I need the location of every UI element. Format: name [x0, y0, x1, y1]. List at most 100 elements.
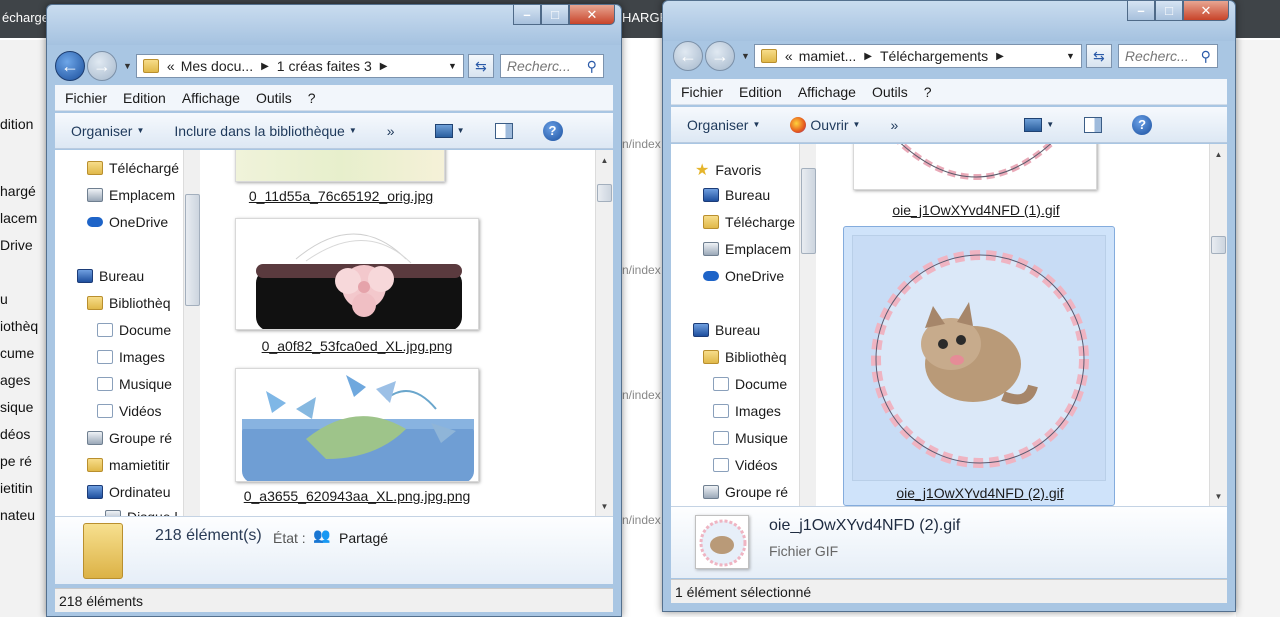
organize-button[interactable]: Organiser ▼	[687, 117, 760, 133]
breadcrumb-separator-icon[interactable]: ▶	[864, 51, 872, 62]
breadcrumb-mes-documents[interactable]: Mes docu...	[181, 58, 253, 74]
change-view-button[interactable]: ▼	[1024, 117, 1054, 132]
scroll-thumb[interactable]	[597, 184, 612, 202]
file-name[interactable]: 0_a0f82_53fca0ed_XL.jpg.png	[225, 338, 489, 354]
file-name[interactable]: oie_j1OwXYvd4NFD (2).gif	[844, 485, 1116, 501]
scroll-thumb[interactable]	[801, 168, 816, 254]
forward-button[interactable]: →	[705, 41, 735, 71]
tree-item[interactable]: Images	[713, 403, 781, 419]
back-button[interactable]: ←	[55, 51, 85, 81]
include-library-button[interactable]: Inclure dans la bibliothèque ▼	[174, 123, 356, 139]
scroll-thumb[interactable]	[185, 194, 200, 306]
address-bar[interactable]: « Mes docu... ▶ 1 créas faites 3 ▶ ▼	[135, 54, 464, 78]
tree-item[interactable]: OneDrive	[87, 214, 168, 230]
menu-help[interactable]: ?	[308, 90, 316, 106]
file-name[interactable]: 0_11d55a_76c65192_orig.jpg	[225, 188, 457, 204]
forward-button[interactable]: →	[87, 51, 117, 81]
tree-item[interactable]: Vidéos	[97, 403, 162, 419]
help-button[interactable]: ?	[542, 120, 563, 141]
menu-fichier[interactable]: Fichier	[65, 90, 107, 106]
file-name[interactable]: 0_a3655_620943aa_XL.png.jpg.png	[215, 488, 499, 504]
tree-item[interactable]: Emplacem	[87, 187, 175, 203]
menu-outils[interactable]: Outils	[256, 90, 292, 106]
menu-help[interactable]: ?	[924, 84, 932, 100]
tree-item[interactable]: ★ Favoris	[695, 160, 761, 180]
scroll-up-icon[interactable]: ▲	[596, 152, 613, 168]
scroll-down-icon[interactable]: ▼	[596, 498, 613, 514]
navigation-scrollbar[interactable]	[183, 150, 200, 516]
tree-item[interactable]: Docume	[713, 376, 787, 392]
back-button[interactable]: ←	[673, 41, 703, 71]
tree-item[interactable]: mamietitir	[87, 457, 170, 473]
history-dropdown-icon[interactable]: ▼	[123, 61, 132, 71]
menu-affichage[interactable]: Affichage	[182, 90, 240, 106]
tree-item[interactable]: Docume	[97, 322, 171, 338]
minimize-button[interactable]: –	[1127, 1, 1155, 21]
tree-item[interactable]: Disque l	[105, 509, 178, 516]
breadcrumb-user[interactable]: mamiet...	[799, 48, 857, 64]
breadcrumb-current-folder[interactable]: 1 créas faites 3	[277, 58, 372, 74]
navigation-scrollbar[interactable]	[799, 144, 816, 506]
close-button[interactable]: ✕	[569, 5, 615, 25]
preview-pane-button[interactable]	[494, 122, 513, 139]
preview-pane-button[interactable]	[1084, 116, 1103, 133]
tree-item[interactable]: Bibliothèq	[87, 295, 171, 311]
search-box[interactable]: Recherc... ⚲	[1117, 44, 1218, 68]
tree-item[interactable]: Groupe ré	[87, 430, 172, 446]
address-dropdown-icon[interactable]: ▼	[1066, 51, 1075, 61]
address-dropdown-icon[interactable]: ▼	[448, 61, 457, 71]
address-overflow[interactable]: «	[785, 48, 793, 64]
file-name[interactable]: oie_j1OwXYvd4NFD (1).gif	[839, 202, 1113, 218]
help-button[interactable]: ?	[1132, 114, 1153, 135]
maximize-button[interactable]: □	[541, 5, 569, 25]
file-thumbnail[interactable]	[235, 218, 479, 330]
tree-item[interactable]: Groupe ré	[703, 484, 788, 500]
scroll-up-icon[interactable]: ▲	[1210, 146, 1227, 162]
tree-item[interactable]: Musique	[713, 430, 788, 446]
tree-item[interactable]: Images	[97, 349, 165, 365]
tree-item[interactable]: Emplacem	[703, 241, 791, 257]
close-button[interactable]: ✕	[1183, 1, 1229, 21]
address-bar[interactable]: « mamiet... ▶ Téléchargements ▶ ▼	[753, 44, 1082, 68]
file-thumbnail[interactable]	[235, 368, 479, 482]
selected-file-item[interactable]: oie_j1OwXYvd4NFD (2).gif	[843, 226, 1115, 506]
more-commands-button[interactable]: »	[890, 117, 898, 133]
tree-item[interactable]: Vidéos	[713, 457, 778, 473]
tree-item[interactable]: Musique	[97, 376, 172, 392]
menu-edition[interactable]: Edition	[739, 84, 782, 100]
tree-item[interactable]: Bureau	[77, 268, 144, 284]
minimize-button[interactable]: –	[513, 5, 541, 25]
file-thumbnail[interactable]	[852, 235, 1106, 481]
tree-item[interactable]: Bureau	[703, 187, 770, 203]
file-thumbnail[interactable]	[235, 150, 445, 182]
tree-item[interactable]: OneDrive	[703, 268, 784, 284]
breadcrumb-separator-icon[interactable]: ▶	[996, 51, 1004, 62]
scroll-thumb[interactable]	[1211, 236, 1226, 254]
tree-item[interactable]: Bibliothèq	[703, 349, 787, 365]
organize-button[interactable]: Organiser ▼	[71, 123, 144, 139]
search-box[interactable]: Recherc... ⚲	[499, 54, 604, 78]
scroll-down-icon[interactable]: ▼	[1210, 488, 1227, 504]
menu-edition[interactable]: Edition	[123, 90, 166, 106]
breadcrumb-current-folder[interactable]: Téléchargements	[880, 48, 988, 64]
more-commands-button[interactable]: »	[387, 123, 395, 139]
menu-fichier[interactable]: Fichier	[681, 84, 723, 100]
breadcrumb-separator-icon[interactable]: ▶	[261, 61, 269, 72]
file-list-scrollbar[interactable]: ▲ ▼	[595, 150, 613, 516]
breadcrumb-separator-icon[interactable]: ▶	[380, 61, 388, 72]
address-overflow[interactable]: «	[167, 58, 175, 74]
menu-outils[interactable]: Outils	[872, 84, 908, 100]
maximize-button[interactable]: □	[1155, 1, 1183, 21]
menu-affichage[interactable]: Affichage	[798, 84, 856, 100]
tree-item[interactable]: Téléchargé	[87, 160, 179, 176]
history-dropdown-icon[interactable]: ▼	[741, 51, 750, 61]
refresh-button[interactable]: ⇆	[467, 54, 494, 78]
file-list-scrollbar[interactable]: ▲ ▼	[1209, 144, 1227, 506]
file-thumbnail[interactable]	[853, 144, 1097, 190]
change-view-button[interactable]: ▼	[434, 123, 465, 138]
tree-item[interactable]: Ordinateu	[87, 484, 170, 500]
refresh-button[interactable]: ⇆	[1085, 44, 1112, 68]
tree-item[interactable]: Bureau	[693, 322, 760, 338]
tree-item[interactable]: Télécharge	[703, 214, 795, 230]
open-button[interactable]: Ouvrir ▼	[790, 116, 860, 133]
